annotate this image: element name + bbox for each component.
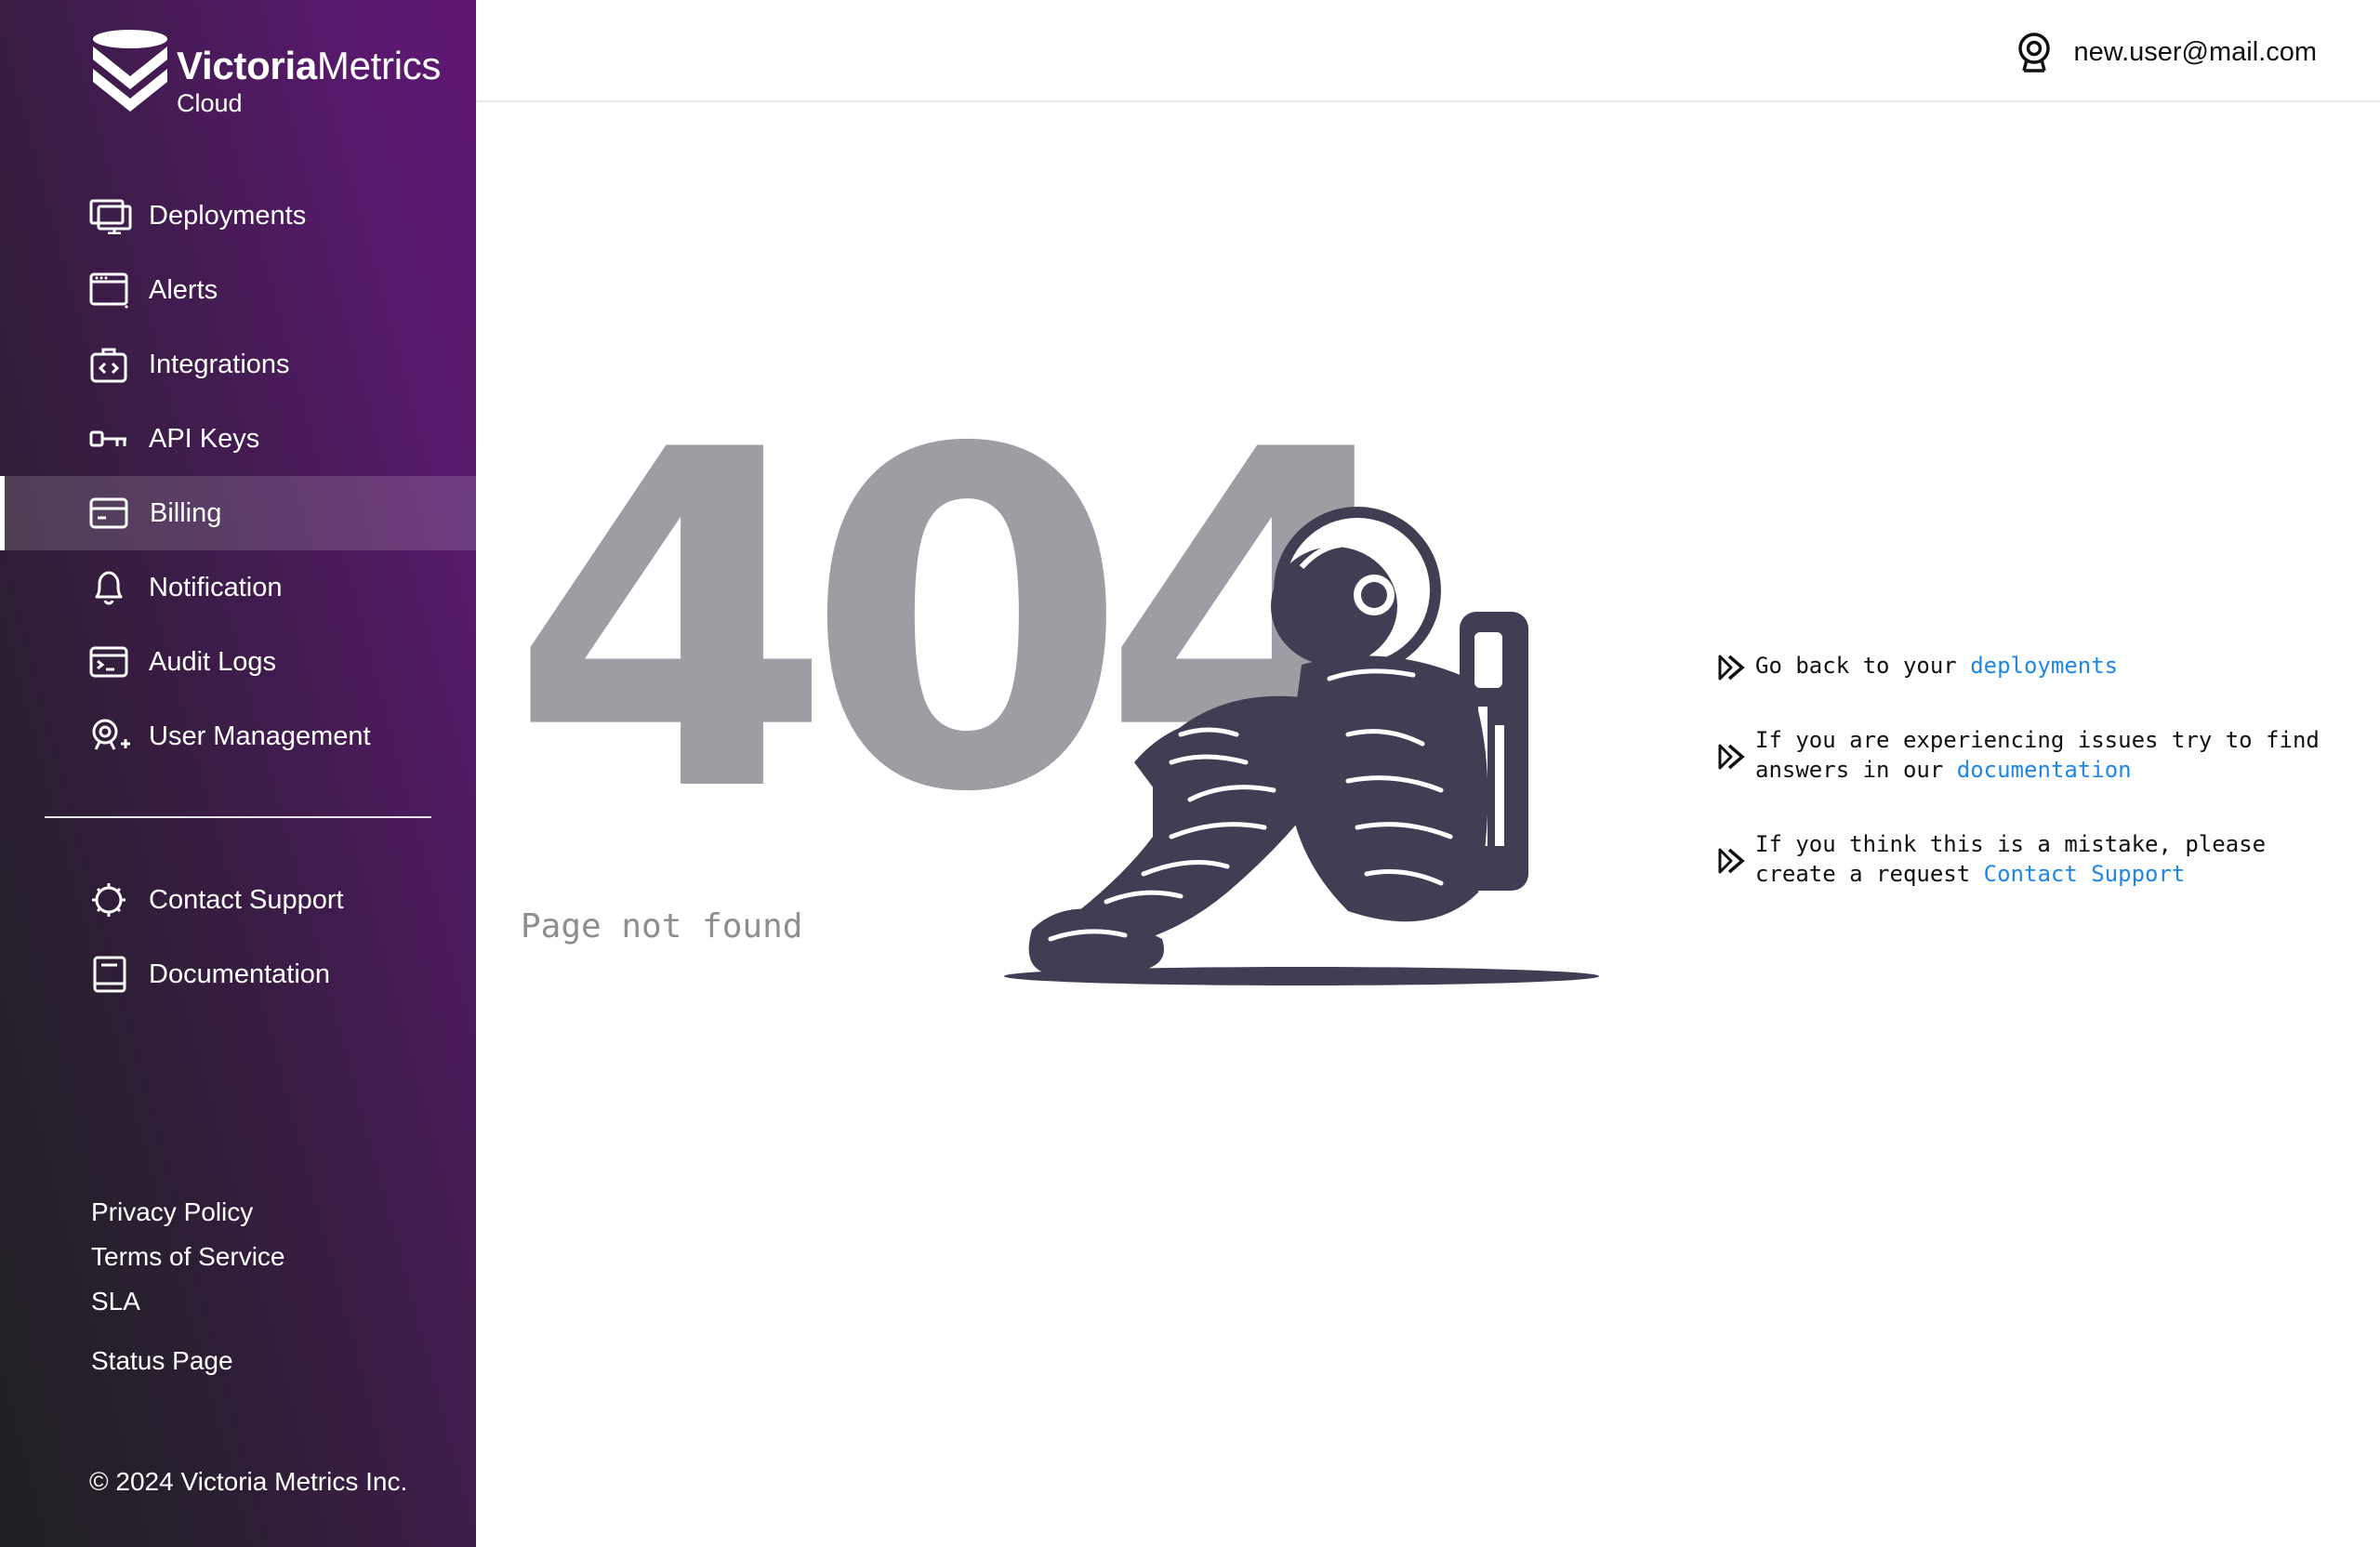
sidebar-item-billing[interactable]: Billing: [0, 476, 476, 550]
sidebar-item-label: Notification: [149, 572, 283, 602]
window-alert-icon: [89, 272, 128, 309]
terminal-icon: [89, 646, 128, 678]
help-tips: Go back to your deployments If you are e…: [1714, 651, 2347, 933]
user-menu[interactable]: new.user@mail.com: [2014, 30, 2317, 74]
sidebar-item-label: Documentation: [149, 959, 331, 989]
brand-subtitle: Cloud: [177, 89, 243, 117]
tip-documentation: If you are experiencing issues try to fi…: [1714, 725, 2347, 785]
sidebar-item-label: Deployments: [149, 200, 307, 231]
sidebar-item-label: User Management: [149, 721, 371, 751]
sidebar-item-label: Alerts: [149, 274, 218, 305]
double-chevron-icon: [1718, 848, 1745, 874]
sidebar-item-notification[interactable]: Notification: [0, 550, 476, 625]
terms-of-service-link[interactable]: Terms of Service: [91, 1235, 285, 1279]
sidebar: VictoriaMetrics Cloud Deployments Alerts: [0, 0, 476, 1547]
documentation-link[interactable]: documentation: [1957, 757, 2132, 783]
sidebar-item-documentation[interactable]: Documentation: [0, 937, 476, 1012]
book-icon: [93, 956, 126, 993]
tip-text: Go back to your: [1755, 653, 1971, 679]
monitor-icon: [89, 199, 132, 234]
sidebar-item-integrations[interactable]: Integrations: [0, 327, 476, 402]
sidebar-item-user-management[interactable]: User Management: [0, 699, 476, 774]
sidebar-secondary-nav: Contact Support Documentation: [0, 863, 476, 1012]
sidebar-nav: Deployments Alerts Integrations API Keys…: [0, 178, 476, 774]
tip-contact-support: If you think this is a mistake, please c…: [1714, 829, 2347, 889]
sla-link[interactable]: SLA: [91, 1279, 285, 1324]
status-page-link[interactable]: Status Page: [91, 1339, 285, 1383]
top-header: new.user@mail.com: [476, 0, 2380, 102]
tip-deployments: Go back to your deployments: [1714, 651, 2347, 681]
user-badge-icon: [2018, 33, 2051, 73]
sidebar-item-api-keys[interactable]: API Keys: [0, 402, 476, 476]
bug-icon: [92, 883, 126, 917]
code-briefcase-icon: [90, 348, 127, 383]
sidebar-item-audit-logs[interactable]: Audit Logs: [0, 625, 476, 699]
privacy-policy-link[interactable]: Privacy Policy: [91, 1190, 285, 1235]
sidebar-item-deployments[interactable]: Deployments: [0, 178, 476, 253]
bell-icon: [95, 571, 123, 605]
user-add-icon: [92, 719, 130, 750]
double-chevron-icon: [1718, 654, 1745, 681]
key-icon: [89, 430, 126, 447]
sidebar-item-label: Integrations: [149, 349, 290, 379]
sidebar-item-contact-support[interactable]: Contact Support: [0, 863, 476, 937]
error-message: Page not found: [521, 907, 803, 945]
sidebar-item-label: Audit Logs: [149, 646, 277, 677]
sidebar-item-alerts[interactable]: Alerts: [0, 253, 476, 327]
sidebar-item-label: API Keys: [149, 423, 260, 454]
sidebar-divider: [45, 816, 431, 818]
user-email: new.user@mail.com: [2073, 36, 2317, 67]
sidebar-item-label: Billing: [150, 497, 222, 528]
double-chevron-icon: [1718, 744, 1745, 770]
astronaut-illustration: [1004, 507, 1599, 985]
credit-card-icon: [89, 497, 128, 529]
brand-name: VictoriaMetrics: [177, 44, 442, 87]
sidebar-footer-links: Privacy Policy Terms of Service SLA Stat…: [91, 1190, 285, 1383]
brand-logo[interactable]: VictoriaMetrics Cloud: [89, 28, 443, 121]
copyright: © 2024 Victoria Metrics Inc.: [89, 1467, 408, 1496]
sidebar-item-label: Contact Support: [149, 884, 344, 915]
deployments-link[interactable]: deployments: [1970, 653, 2118, 679]
contact-support-link[interactable]: Contact Support: [1984, 861, 2186, 887]
victoriametrics-logo-icon: [93, 30, 167, 112]
